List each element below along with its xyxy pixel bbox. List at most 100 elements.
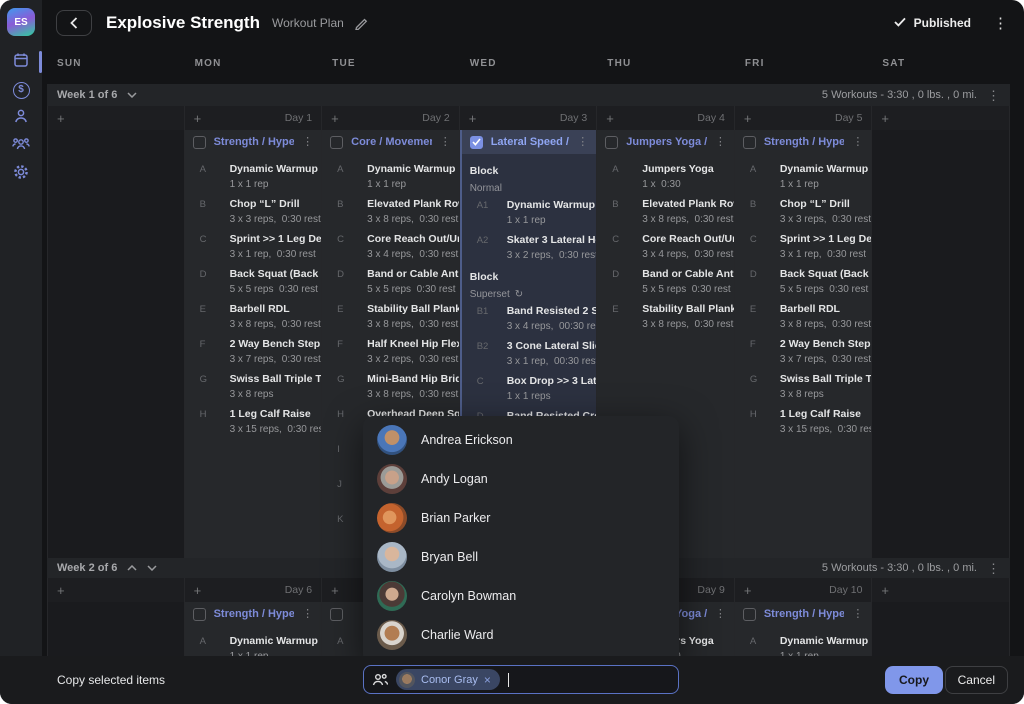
sidebar-item-clients[interactable] (0, 104, 42, 132)
exercise-row[interactable]: GMini-Band Hip Bridge w/ ...3 x 8 reps, … (322, 372, 459, 402)
exercise-row[interactable]: ADynamic Warmup1 x 1 rep (185, 162, 322, 192)
add-workout-icon[interactable]: + (57, 111, 65, 126)
workout-card[interactable]: Strength / Hypertro... ⋮ ADynamic Warmup1 … (185, 602, 322, 656)
exercise-row[interactable]: ADynamic Warmup1 x 1 rep (735, 634, 872, 656)
exercise-row[interactable]: ADynamic Warmup1 x 1 rep (322, 162, 459, 192)
workout-title[interactable]: Core / Movement Q... (351, 136, 432, 148)
athlete-option[interactable]: Bryan Bell (363, 537, 679, 576)
workout-title[interactable]: Strength / Hypertro... (764, 608, 845, 620)
header-menu-icon[interactable]: ⋮ (993, 16, 1008, 31)
sidebar-item-teams[interactable] (0, 132, 42, 160)
selected-athlete-chip[interactable]: Conor Gray × (396, 669, 500, 690)
add-workout-icon[interactable]: + (881, 111, 889, 126)
workout-menu-icon[interactable]: ⋮ (302, 137, 313, 148)
cancel-button[interactable]: Cancel (945, 666, 1008, 694)
exercise-row[interactable]: EBarbell RDL3 x 8 reps, 0:30 rest (735, 302, 872, 332)
week-menu-icon[interactable]: ⋮ (987, 89, 1000, 102)
add-workout-icon[interactable]: + (881, 583, 889, 598)
workout-checkbox[interactable] (193, 608, 206, 621)
add-workout-icon[interactable]: + (606, 111, 614, 126)
workout-menu-icon[interactable]: ⋮ (715, 609, 726, 620)
week-label[interactable]: Week 1 of 6 (57, 89, 117, 101)
publish-status[interactable]: Published (894, 16, 971, 30)
program-logo[interactable]: ES (7, 8, 35, 36)
exercise-row[interactable]: DBack Squat (Back Off Set)5 x 5 reps 0:3… (735, 267, 872, 297)
exercise-row[interactable]: ADynamic Warmup1 x 1 rep (185, 634, 322, 656)
chevron-down-icon[interactable] (147, 565, 157, 571)
sidebar-item-settings[interactable] (0, 160, 42, 188)
exercise-row[interactable]: DBand or Cable Anti-Rotati...5 x 5 reps … (322, 267, 459, 297)
workout-checkbox[interactable] (743, 136, 756, 149)
chip-remove-icon[interactable]: × (484, 674, 491, 686)
exercise-row[interactable]: CBox Drop >> 3 Lateral H...1 x 1 reps (462, 374, 597, 404)
sidebar-item-billing[interactable]: $ (0, 76, 42, 104)
sidebar-item-calendar[interactable] (0, 48, 42, 76)
add-workout-icon[interactable]: + (194, 583, 202, 598)
exercise-row[interactable]: FHalf Kneel Hip Flexor Rais...3 x 2 reps… (322, 337, 459, 367)
workout-menu-icon[interactable]: ⋮ (715, 137, 726, 148)
exercise-row[interactable]: BElevated Plank Row3 x 8 reps, 0:30 rest (322, 197, 459, 227)
workout-menu-icon[interactable]: ⋮ (852, 137, 863, 148)
workout-title[interactable]: Strength / Hypertro... (214, 608, 295, 620)
athlete-option[interactable]: Andrea Erickson (363, 420, 679, 459)
back-button[interactable] (56, 10, 92, 36)
workout-menu-icon[interactable]: ⋮ (852, 609, 863, 620)
exercise-row[interactable]: CSprint >> 1 Leg Declarations3 x 1 rep, … (185, 232, 322, 262)
edit-title-icon[interactable] (354, 16, 368, 30)
workout-card[interactable]: Strength / Hypertro... ⋮ ADynamic Warmup1 … (185, 130, 322, 558)
workout-title[interactable]: Lateral Speed / Plyo (491, 136, 570, 148)
exercise-row[interactable]: DBack Squat (Back Off Set)5 x 5 reps 0:3… (185, 267, 322, 297)
workout-title[interactable]: Jumpers Yoga / Core (626, 136, 707, 148)
exercise-row[interactable]: CCore Reach Out/Under3 x 4 reps, 0:30 re… (597, 232, 734, 262)
exercise-row[interactable]: B23 Cone Lateral Slide3 x 1 rep, 00:30 r… (462, 339, 597, 369)
workout-checkbox[interactable] (193, 136, 206, 149)
exercise-row[interactable]: A2Skater 3 Lateral Hops >> ...3 x 2 reps… (462, 233, 597, 263)
exercise-row[interactable]: A1Dynamic Warmup1 x 1 rep (462, 198, 597, 228)
workout-checkbox[interactable] (470, 136, 483, 149)
exercise-row[interactable]: CSprint >> 1 Leg Declarations3 x 1 rep, … (735, 232, 872, 262)
workout-checkbox[interactable] (605, 136, 618, 149)
add-workout-icon[interactable]: + (194, 111, 202, 126)
athlete-option[interactable]: Andy Logan (363, 459, 679, 498)
workout-menu-icon[interactable]: ⋮ (440, 137, 451, 148)
exercise-row[interactable]: B1Band Resisted 2 Step Late...3 x 4 reps… (462, 304, 597, 334)
exercise-row[interactable]: H1 Leg Calf Raise3 x 15 reps, 0:30 rest (735, 407, 872, 437)
exercise-row[interactable]: AJumpers Yoga1 x 0:30 (597, 162, 734, 192)
workout-card[interactable]: Strength / Hypertro... ⋮ ADynamic Warmup1 … (735, 602, 872, 656)
exercise-row[interactable]: ADynamic Warmup1 x 1 rep (735, 162, 872, 192)
workout-card[interactable]: Strength / Hypertro... ⋮ ADynamic Warmup1 … (735, 130, 872, 558)
chevron-down-icon[interactable] (127, 92, 137, 98)
exercise-row[interactable]: BChop “L” Drill3 x 3 reps, 0:30 rest (735, 197, 872, 227)
exercise-row[interactable]: GSwiss Ball Triple Threat3 x 8 reps (185, 372, 322, 402)
workout-title[interactable]: Strength / Hypertro... (764, 136, 845, 148)
exercise-row[interactable]: EBarbell RDL3 x 8 reps, 0:30 rest (185, 302, 322, 332)
workout-menu-icon[interactable]: ⋮ (577, 137, 588, 148)
add-workout-icon[interactable]: + (331, 111, 339, 126)
week-label[interactable]: Week 2 of 6 (57, 562, 117, 574)
week-menu-icon[interactable]: ⋮ (987, 562, 1000, 575)
athlete-option[interactable]: Brian Parker (363, 498, 679, 537)
workout-checkbox[interactable] (330, 136, 343, 149)
add-workout-icon[interactable]: + (331, 583, 339, 598)
add-workout-icon[interactable]: + (57, 583, 65, 598)
athlete-option[interactable]: Carolyn Bowman (363, 576, 679, 615)
exercise-row[interactable]: GSwiss Ball Triple Threat3 x 8 reps (735, 372, 872, 402)
athlete-search-input[interactable]: Conor Gray × (363, 665, 679, 694)
exercise-row[interactable]: BElevated Plank Row3 x 8 reps, 0:30 rest (597, 197, 734, 227)
exercise-row[interactable]: EStability Ball Plank Linear ...3 x 8 re… (597, 302, 734, 332)
add-workout-icon[interactable]: + (744, 583, 752, 598)
workout-checkbox[interactable] (330, 608, 343, 621)
add-workout-icon[interactable]: + (744, 111, 752, 126)
add-workout-icon[interactable]: + (469, 111, 477, 126)
exercise-row[interactable]: F2 Way Bench Step Up3 x 7 reps, 0:30 res… (185, 337, 322, 367)
athlete-option[interactable]: Charlie Ward (363, 615, 679, 654)
workout-checkbox[interactable] (743, 608, 756, 621)
exercise-row[interactable]: EStability Ball Plank Linear ...3 x 8 re… (322, 302, 459, 332)
copy-button[interactable]: Copy (885, 666, 943, 694)
workout-title[interactable]: Strength / Hypertro... (214, 136, 295, 148)
chevron-up-icon[interactable] (127, 565, 137, 571)
exercise-row[interactable]: F2 Way Bench Step Up3 x 7 reps, 0:30 res… (735, 337, 872, 367)
exercise-row[interactable]: DBand or Cable Anti Rotati...5 x 5 reps … (597, 267, 734, 297)
workout-menu-icon[interactable]: ⋮ (302, 609, 313, 620)
exercise-row[interactable]: H1 Leg Calf Raise3 x 15 reps, 0:30 rest (185, 407, 322, 437)
